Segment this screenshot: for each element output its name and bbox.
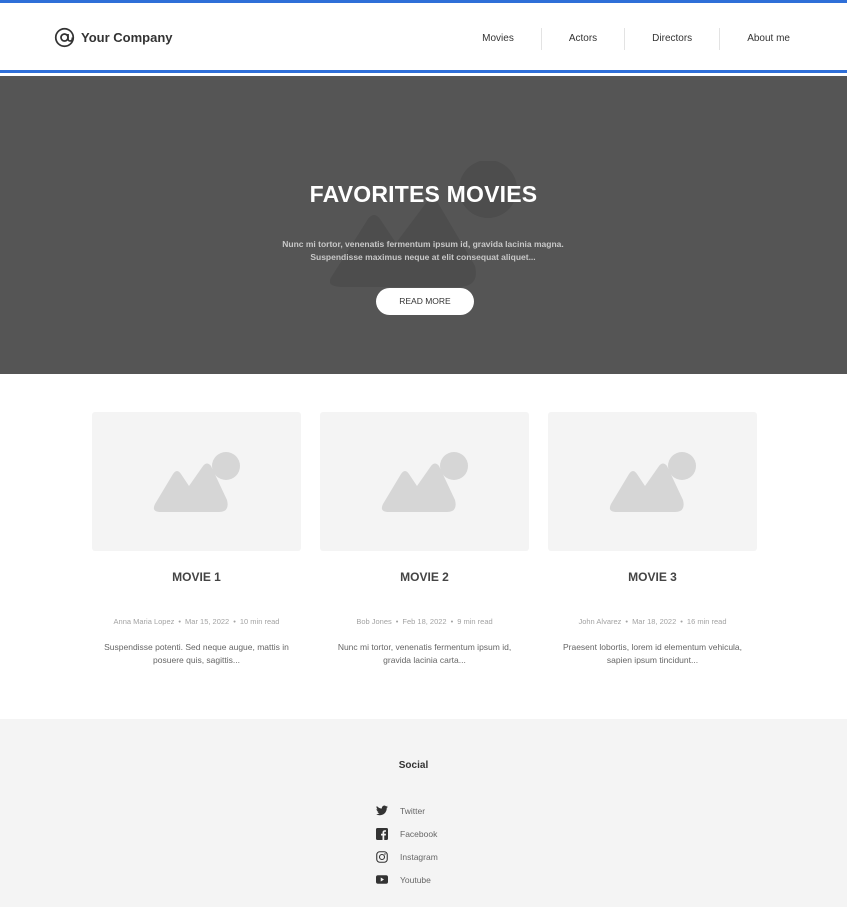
hero-subtitle-line: Suspendisse maximus neque at elit conseq… — [310, 252, 536, 262]
movie-card[interactable]: MOVIE 3 John Alvarez • Mar 18, 2022 • 16 min… — [548, 412, 757, 667]
card-image — [92, 412, 301, 551]
card-excerpt-line: sapien ipsum tincidunt... — [606, 655, 699, 665]
card-excerpt-line: posuere quis, sagittis... — [153, 655, 240, 665]
nav-item-directors[interactable]: Directors — [625, 27, 719, 51]
social-label: Twitter — [400, 805, 426, 816]
card-meta: Anna Maria Lopez • Mar 15, 2022 • 10 min rea… — [113, 617, 280, 626]
main-nav: Movies Actors Directors About me — [455, 27, 817, 51]
social-link-youtube[interactable]: Youtube — [376, 868, 438, 891]
card-excerpt-line: Praesent lobortis, lorem id elementum ve… — [562, 642, 743, 652]
site-header: Your Company Movies Actors Directors Abo… — [0, 3, 847, 73]
nav-item-movies[interactable]: Movies — [455, 27, 541, 51]
brand-logo[interactable]: Your Company — [54, 27, 173, 48]
read-more-button[interactable]: READ MORE — [376, 288, 474, 315]
card-author: John Alvarez — [578, 617, 622, 626]
image-placeholder-icon — [153, 452, 240, 512]
card-excerpt-line: gravida lacinia carta... — [383, 655, 466, 665]
instagram-icon — [376, 850, 388, 863]
twitter-icon — [376, 805, 388, 817]
image-placeholder-icon — [609, 452, 696, 512]
card-excerpt-line: Suspendisse potenti. Sed neque augue, ma… — [104, 642, 289, 652]
image-placeholder-icon — [381, 452, 468, 512]
card-meta: Bob Jones • Feb 18, 2022 • 9 min read — [356, 617, 493, 626]
card-read-time: 10 min read — [239, 617, 280, 626]
at-sign-icon — [54, 27, 75, 48]
social-label: Facebook — [400, 828, 438, 839]
movie-card[interactable]: MOVIE 1 Anna Maria Lopez • Mar 15, 2022 • 10… — [92, 412, 301, 667]
card-meta: John Alvarez • Mar 18, 2022 • 16 min read — [578, 617, 727, 626]
card-title[interactable]: MOVIE 2 — [320, 570, 529, 584]
card-excerpt-line: Nunc mi tortor, venenatis fermentum ipsu… — [337, 642, 512, 652]
youtube-icon — [376, 874, 388, 886]
card-excerpt: Nunc mi tortor, venenatis fermentum ipsu… — [320, 641, 529, 667]
card-author: Anna Maria Lopez — [113, 617, 175, 626]
hero-title: FAVORITES MOVIES — [309, 181, 538, 207]
card-title[interactable]: MOVIE 1 — [92, 570, 301, 584]
card-image — [320, 412, 529, 551]
hero-subtitle: Nunc mi tortor, venenatis fermentum ipsu… — [273, 238, 573, 264]
card-title[interactable]: MOVIE 3 — [548, 570, 757, 584]
card-date: Mar 18, 2022 — [632, 617, 677, 626]
card-excerpt: Praesent lobortis, lorem id elementum ve… — [548, 641, 757, 667]
social-label: Instagram — [400, 851, 438, 862]
nav-item-about-me[interactable]: About me — [720, 27, 817, 51]
social-link-instagram[interactable]: Instagram — [376, 845, 438, 868]
card-image — [548, 412, 757, 551]
card-read-time: 9 min read — [457, 617, 493, 626]
hero-subtitle-line: Nunc mi tortor, venenatis fermentum ipsu… — [282, 239, 564, 249]
card-excerpt: Suspendisse potenti. Sed neque augue, ma… — [92, 641, 301, 667]
brand-name: Your Company — [81, 30, 173, 45]
card-author: Bob Jones — [356, 617, 392, 626]
social-link-facebook[interactable]: Facebook — [376, 822, 438, 845]
hero-banner: FAVORITES MOVIES Nunc mi tortor, venenat… — [0, 76, 847, 374]
card-date: Mar 15, 2022 — [185, 617, 230, 626]
social-link-twitter[interactable]: Twitter — [376, 799, 438, 822]
social-heading: Social — [398, 760, 429, 771]
facebook-icon — [376, 827, 388, 840]
social-links: Twitter Facebook Instagram Youtube — [376, 799, 438, 891]
site-footer: Social Twitter Facebook Instagram Youtub… — [0, 719, 847, 907]
card-date: Feb 18, 2022 — [402, 617, 447, 626]
movie-card[interactable]: MOVIE 2 Bob Jones • Feb 18, 2022 • 9 min rea… — [320, 412, 529, 667]
card-read-time: 16 min read — [686, 617, 727, 626]
nav-item-actors[interactable]: Actors — [542, 27, 624, 51]
movie-cards: MOVIE 1 Anna Maria Lopez • Mar 15, 2022 • 10… — [92, 412, 758, 667]
social-label: Youtube — [400, 874, 431, 885]
